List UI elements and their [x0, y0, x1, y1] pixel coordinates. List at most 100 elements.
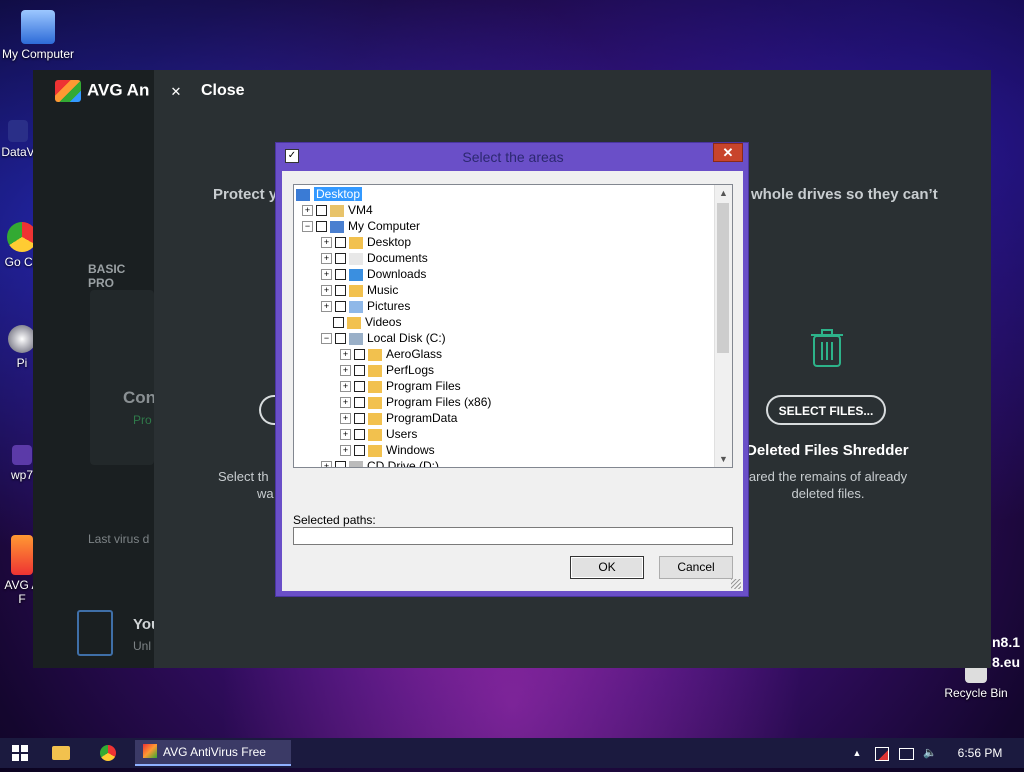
expand-icon[interactable]: + [340, 381, 351, 393]
selected-paths-field[interactable] [293, 527, 733, 545]
desktop-icon-label: wp7 [10, 468, 33, 482]
tree-item[interactable]: + Desktop [321, 234, 411, 250]
windows-logo-icon [12, 745, 28, 761]
select-files-button[interactable]: SELECT FILES... [766, 395, 886, 425]
tree-item[interactable]: + Pictures [321, 298, 410, 314]
folder-icon [368, 380, 382, 393]
tree-item[interactable]: + ProgramData [340, 410, 457, 426]
collapse-icon[interactable]: − [302, 221, 313, 233]
promo-subtitle: Unl [133, 639, 152, 653]
avg-taskbar-icon [143, 744, 157, 758]
tree-item[interactable]: + Windows [340, 442, 435, 458]
desktop-icon-my-computer[interactable]: My Computer [0, 10, 76, 61]
tree-checkbox[interactable] [316, 221, 327, 233]
expand-icon[interactable]: + [321, 461, 332, 467]
tree-item[interactable]: Desktop [296, 186, 363, 202]
tree-checkbox[interactable] [335, 461, 346, 467]
folder-icon [368, 428, 382, 441]
tree-item-label: My Computer [348, 219, 421, 233]
tree-item[interactable]: + AeroGlass [340, 346, 442, 362]
expand-icon[interactable]: + [321, 269, 332, 281]
expand-icon[interactable]: + [340, 349, 351, 361]
start-button[interactable] [8, 738, 32, 768]
app-icon [12, 445, 32, 465]
tree-item[interactable]: − Local Disk (C:) [321, 330, 446, 346]
tree-checkbox[interactable] [335, 269, 346, 281]
tree-item[interactable]: − My Computer [302, 218, 420, 234]
taskbar-clock[interactable]: 6:56 PM [950, 738, 1010, 768]
pictures-icon [349, 300, 363, 313]
tree-checkbox[interactable] [354, 429, 365, 441]
scroll-up-icon[interactable]: ▲ [715, 185, 732, 201]
tree-scrollbar[interactable]: ▲ ▼ [714, 185, 732, 467]
chrome-taskbar-icon[interactable] [100, 738, 120, 768]
folder-icon [368, 444, 382, 457]
expand-icon[interactable]: + [340, 413, 351, 425]
tree-checkbox[interactable] [354, 397, 365, 409]
tree-item-label: ProgramData [386, 411, 458, 425]
tree-checkbox[interactable] [354, 365, 365, 377]
folder-icon [368, 396, 382, 409]
tree-item-label: AeroGlass [386, 347, 443, 361]
dialog-close-button[interactable]: ✕ [713, 143, 743, 162]
close-button[interactable]: Close [201, 82, 245, 100]
expand-icon[interactable]: + [321, 285, 332, 297]
tree-checkbox[interactable] [335, 333, 346, 345]
expand-icon[interactable]: + [302, 205, 313, 217]
tree-item[interactable]: + Program Files [340, 378, 461, 394]
computer-icon [21, 10, 55, 44]
expand-icon[interactable]: + [340, 429, 351, 441]
tree-item-label: Desktop [367, 235, 412, 249]
tree-checkbox[interactable] [335, 237, 346, 249]
tree-checkbox[interactable] [316, 205, 327, 217]
dialog-title-bar[interactable]: ✓ Select the areas ✕ [276, 143, 750, 171]
expand-icon[interactable]: + [321, 253, 332, 265]
tree-item[interactable]: Videos [321, 314, 401, 330]
folder-tree[interactable]: ▲ ▼ Desktop + VM4− My Computer + Desktop + Docu… [293, 184, 733, 468]
sphere-icon [8, 325, 36, 353]
tree-checkbox[interactable] [333, 317, 344, 329]
component-card[interactable] [90, 290, 154, 465]
tree-checkbox[interactable] [354, 445, 365, 457]
tree-item[interactable]: + Music [321, 282, 398, 298]
tree-checkbox[interactable] [354, 349, 365, 361]
tree-item[interactable]: + VM4 [302, 202, 373, 218]
expand-icon[interactable]: + [321, 237, 332, 249]
tree-checkbox[interactable] [354, 413, 365, 425]
computer-icon [330, 220, 344, 233]
last-virus-text: Last virus d [88, 532, 150, 546]
scroll-down-icon[interactable]: ▼ [715, 451, 732, 467]
user-folder-icon [330, 204, 344, 217]
action-center-flag-icon[interactable] [874, 738, 890, 768]
expand-icon[interactable]: + [340, 445, 351, 457]
scroll-thumb[interactable] [717, 203, 729, 353]
expand-icon[interactable]: + [321, 301, 332, 313]
tree-checkbox[interactable] [335, 285, 346, 297]
folder-icon [349, 236, 363, 249]
tray-overflow-icon[interactable]: ▲ [850, 738, 864, 768]
component-subtitle: Pro [133, 413, 152, 427]
collapse-icon[interactable]: − [321, 333, 332, 345]
tree-item[interactable]: + Documents [321, 250, 428, 266]
shredder-description: ared the remains of already deleted file… [748, 469, 908, 501]
desktop-icon-datav[interactable]: DataV [0, 120, 36, 159]
taskbar-app-avg[interactable]: AVG AntiVirus Free [135, 740, 291, 766]
volume-muted-icon[interactable]: 🔈 [922, 738, 938, 768]
tree-item[interactable]: + Downloads [321, 266, 426, 282]
resize-grip-icon[interactable] [731, 579, 741, 589]
tree-item[interactable]: + Program Files (x86) [340, 394, 491, 410]
tree-checkbox[interactable] [335, 301, 346, 313]
file-explorer-icon[interactable] [52, 738, 74, 768]
expand-icon[interactable]: + [340, 397, 351, 409]
tree-checkbox[interactable] [335, 253, 346, 265]
network-icon[interactable] [898, 738, 914, 768]
tree-item[interactable]: + PerfLogs [340, 362, 434, 378]
tree-item[interactable]: + CD Drive (D:) [321, 458, 439, 467]
expand-icon[interactable]: + [340, 365, 351, 377]
tree-item-label: Users [386, 427, 418, 441]
tree-item[interactable]: + Users [340, 426, 417, 442]
ok-button[interactable]: OK [570, 556, 644, 579]
tree-checkbox[interactable] [354, 381, 365, 393]
close-icon[interactable]: ✕ [166, 82, 186, 102]
cancel-button[interactable]: Cancel [659, 556, 733, 579]
